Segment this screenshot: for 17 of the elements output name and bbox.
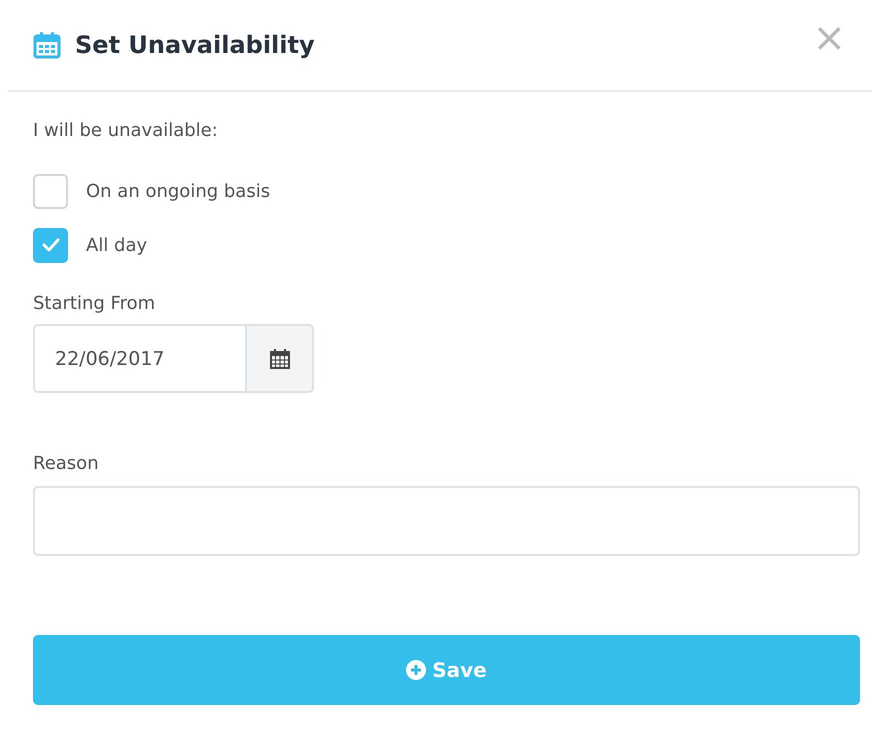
reason-field[interactable]	[33, 486, 860, 556]
dialog-title: Set Unavailability	[75, 31, 316, 59]
save-button[interactable]: Save	[33, 635, 860, 705]
checkbox-label: On an ongoing basis	[86, 180, 270, 202]
plus-circle-icon	[406, 660, 426, 680]
calendar-icon	[33, 31, 61, 59]
calendar-button[interactable]	[245, 326, 312, 391]
checkbox[interactable]	[33, 174, 68, 208]
field-label: Starting From	[33, 293, 156, 314]
checkbox[interactable]	[33, 228, 68, 262]
calendar-icon	[268, 348, 290, 370]
check-icon	[40, 237, 60, 253]
date-field[interactable]: 22/06/2017	[33, 324, 314, 393]
checkbox-label: All day	[86, 234, 148, 256]
close-button[interactable]: ×	[808, 23, 850, 53]
intro-text: I will be unavailable:	[33, 120, 219, 141]
field-label: Reason	[33, 453, 100, 474]
